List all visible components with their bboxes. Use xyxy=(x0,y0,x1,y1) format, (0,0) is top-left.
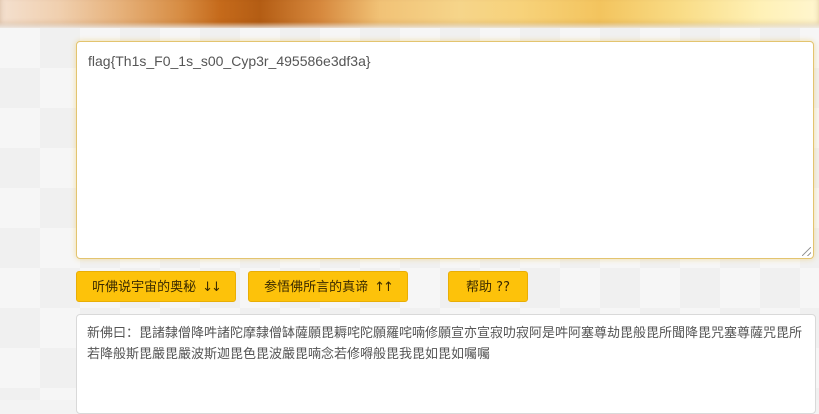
ciphertext-output-value[interactable]: 新佛曰：毘諸隸僧降吽諸陀摩隸僧缽薩願毘耨咤陀願羅咤喃修願宣亦宣寂叻寂阿是吽阿塞尊… xyxy=(87,323,809,365)
plaintext-input[interactable]: flag{Th1s_F0_1s_s00_Cyp3r_495586e3df3a} xyxy=(76,41,814,259)
arrow-up-icon: ↑↑ xyxy=(374,280,394,295)
encode-button[interactable]: 听佛说宇宙的奥秘 ↓↓ xyxy=(76,271,236,302)
arrow-down-icon: ↓↓ xyxy=(202,280,222,295)
encode-button-label: 听佛说宇宙的奥秘 xyxy=(92,280,197,295)
decode-button-label: 参悟佛所言的真谛 xyxy=(264,280,369,295)
help-button[interactable]: 帮助 ?? xyxy=(448,271,528,302)
plaintext-input-value[interactable]: flag{Th1s_F0_1s_s00_Cyp3r_495586e3df3a} xyxy=(88,53,371,69)
decode-button[interactable]: 参悟佛所言的真谛 ↑↑ xyxy=(248,271,408,302)
resize-grip-icon[interactable] xyxy=(802,247,811,256)
ciphertext-output[interactable]: 新佛曰：毘諸隸僧降吽諸陀摩隸僧缽薩願毘耨咤陀願羅咤喃修願宣亦宣寂叻寂阿是吽阿塞尊… xyxy=(76,314,816,414)
help-button-label: 帮助 ?? xyxy=(466,280,510,295)
header-banner xyxy=(0,0,819,28)
